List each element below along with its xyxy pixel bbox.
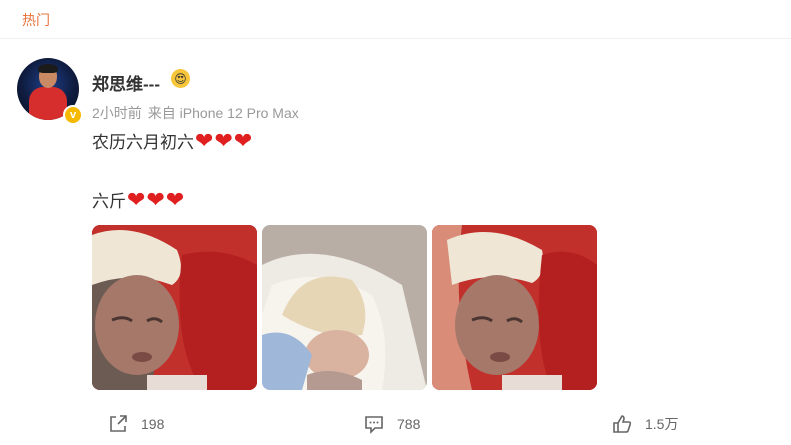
post-text-weight: 六斤 — [92, 192, 126, 211]
username[interactable]: 郑思维--- — [92, 70, 160, 95]
share-icon — [110, 415, 127, 432]
avatar-shirt — [29, 87, 67, 120]
comment-icon — [365, 416, 383, 434]
post-text-date: 农历六月初六 — [92, 133, 194, 152]
baby-photo-image — [92, 225, 257, 390]
hot-label[interactable]: 热门 — [22, 10, 50, 30]
heart-emoji-icon: ❤ — [233, 127, 253, 153]
heart-emoji-icon: ❤ — [214, 127, 233, 153]
like-action[interactable]: 1.5万 — [611, 413, 678, 435]
heart-emoji-icon: ❤ — [146, 186, 165, 212]
like-count: 1.5万 — [645, 416, 679, 432]
thumbs-up-icon — [613, 415, 632, 433]
post-photo-2[interactable] — [262, 225, 427, 390]
post-source: 来自 iPhone 12 Pro Max — [147, 105, 299, 121]
heart-emoji-icon: ❤ — [127, 186, 146, 212]
post-text-line-1: 农历六月初六 ❤ ❤ ❤ — [92, 128, 252, 153]
baby-photo-image — [432, 225, 597, 390]
post-photo-3[interactable] — [432, 225, 597, 390]
header-divider — [0, 38, 791, 39]
heart-emoji-icon: ❤ — [165, 186, 185, 212]
share-action[interactable]: 198 — [107, 413, 164, 435]
post-text-line-2: 六斤 ❤ ❤ ❤ — [92, 187, 184, 212]
post-photo-1[interactable] — [92, 225, 257, 390]
share-count: 198 — [141, 416, 165, 432]
baby-photo-image — [262, 225, 427, 390]
comment-action[interactable]: 788 — [363, 413, 420, 435]
post-time[interactable]: 2小时前 — [92, 105, 142, 121]
comment-count: 788 — [397, 416, 421, 432]
verified-badge-icon: v — [63, 105, 83, 125]
avatar-hair — [38, 64, 58, 73]
heart-emoji-icon: ❤ — [195, 127, 214, 153]
user-badge-emoji-icon: 😍 — [171, 69, 190, 88]
post-meta: 2小时前 来自 iPhone 12 Pro Max — [92, 103, 305, 123]
